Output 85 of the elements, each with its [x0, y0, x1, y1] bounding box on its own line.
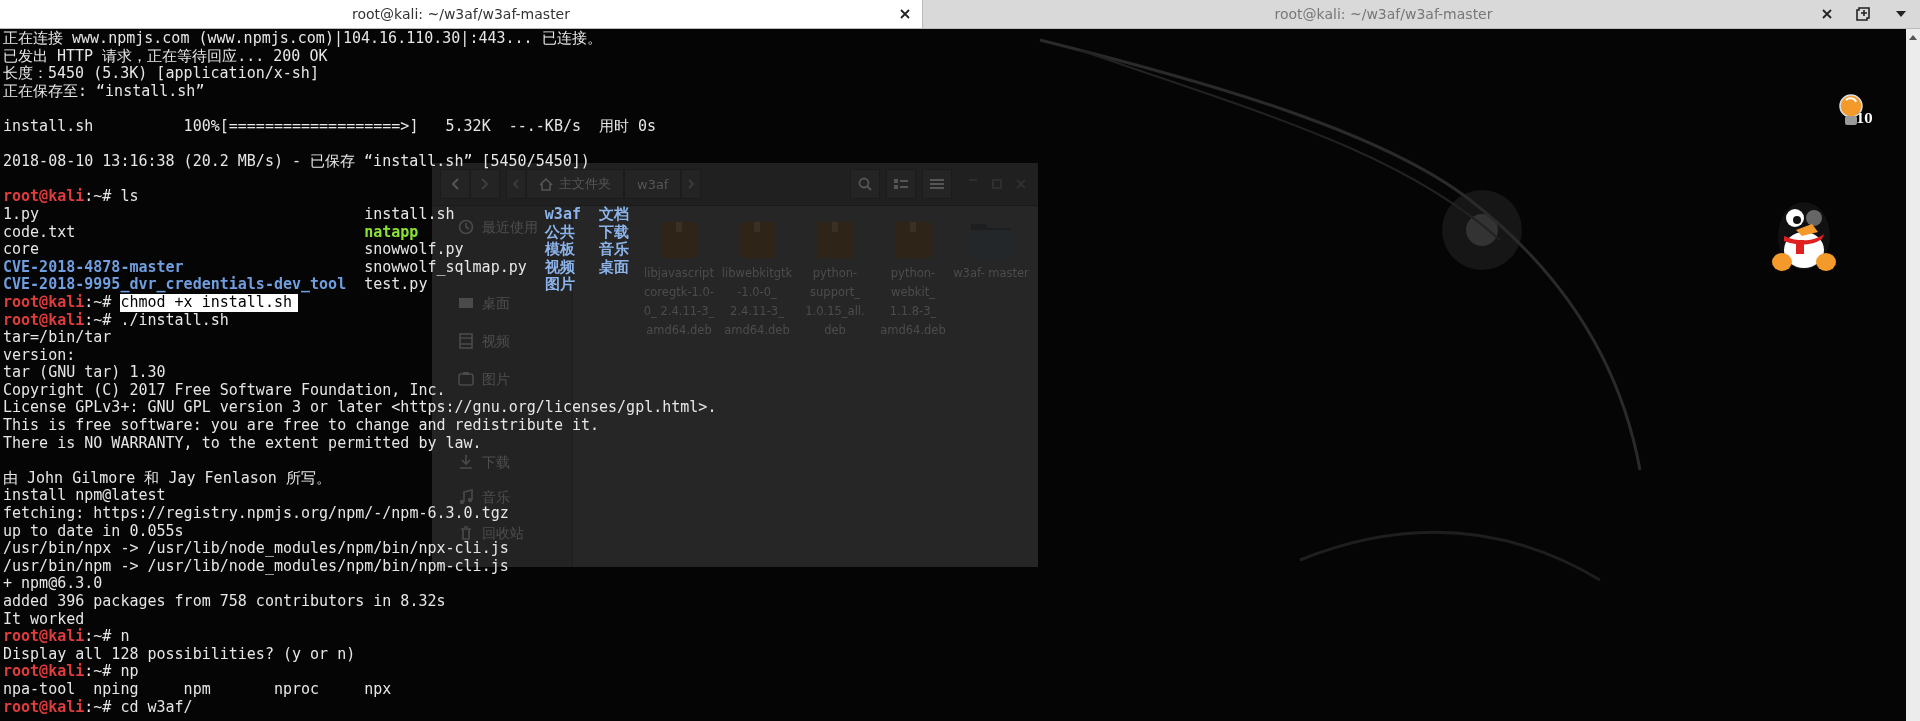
terminal-line: fetching: https://registry.npmjs.org/npm/-/npm-6.3.0.tgz — [3, 505, 509, 523]
shell-prompt: root@kali:~# — [3, 293, 112, 312]
trash-icon — [458, 525, 474, 541]
close-icon — [1822, 9, 1832, 19]
terminal-line: 由 John Gilmore 和 Jay Fenlason 所写。 — [3, 469, 331, 488]
terminal-line: 2018-08-10 13:16:38 (20.2 MB/s) - 已保存 “install.sh” [5450/5450]) — [3, 153, 590, 171]
terminal-line: install.sh 100%[===================>] 5.32K --.-KB/s 用时 0s — [3, 117, 657, 136]
back-button[interactable] — [440, 169, 470, 199]
chevron-right-icon — [688, 179, 695, 189]
directory-name: 公共 — [544, 223, 575, 241]
directory-name: 下载 — [599, 223, 629, 241]
terminal-line: /usr/bin/npx -> /usr/lib/node_modules/npm/bin/npx-cli.js — [3, 540, 509, 558]
clock-icon — [458, 219, 474, 235]
directory-name: 图片 — [544, 276, 575, 294]
file-name: core — [3, 241, 40, 259]
arrow-up-icon — [1909, 35, 1917, 40]
directory-name: 视频 — [544, 258, 575, 276]
terminal-line: + npm@6.3.0 — [3, 575, 103, 593]
menu-icon — [930, 178, 944, 190]
terminal-line: 长度：5450 (5.3K) [application/x-sh] — [3, 65, 319, 83]
terminal-line: npa-tool nping npm nproc npx — [3, 680, 392, 699]
home-icon — [539, 177, 553, 191]
list-view-icon — [894, 178, 908, 190]
terminal-line: There is NO WARRANTY, to the extent permitted by law. — [3, 434, 482, 453]
terminal-line: up to date in 0.055s — [3, 522, 184, 541]
shell-prompt: root@kali:~# — [3, 188, 112, 206]
command-text: ./install.sh — [120, 311, 229, 330]
directory-name: CVE-2018-9995_dvr_credentials-dev_tool — [3, 276, 347, 294]
close-button[interactable] — [898, 7, 912, 21]
terminal-line: Display all 128 possibilities? (y or n) — [3, 645, 356, 663]
terminal-line: 正在连接 www.npmjs.com (www.npmjs.com)|104.16.110.30|:443... 已连接。 — [3, 30, 602, 48]
executable-name: natapp — [364, 223, 419, 242]
camera-icon — [458, 371, 474, 387]
terminal-line: added 396 packages from 758 contributors in 8.32s — [3, 593, 446, 611]
file-name: snowwolf_sqlmap.py — [364, 258, 527, 277]
view-toggle-button[interactable] — [886, 169, 916, 199]
new-tab-icon — [1855, 6, 1871, 22]
tab[interactable]: root@kali: ~/w3af/w3af-master — [0, 0, 922, 28]
download-icon — [458, 454, 474, 470]
terminal-line: tar (GNU tar) 1.30 — [3, 364, 166, 382]
terminal-line: install npm@latest — [3, 487, 166, 506]
file-name: snowwolf.py — [364, 241, 464, 259]
scrollbar[interactable] — [1906, 29, 1920, 721]
directory-name: CVE-2018-4878-master — [3, 258, 184, 276]
scroll-left-button[interactable] — [506, 169, 526, 199]
forward-button[interactable] — [470, 169, 500, 199]
chevron-left-icon — [451, 178, 459, 190]
chevron-right-icon — [481, 178, 489, 190]
directory-name: 模板 — [544, 241, 575, 259]
directory-name: 音乐 — [599, 241, 629, 259]
shell-prompt: root@kali:~# — [3, 698, 112, 717]
search-button[interactable] — [850, 169, 880, 199]
directory-name: 桌面 — [599, 258, 629, 277]
terminal-line: 正在保存至: “install.sh” — [3, 82, 205, 101]
file-name: code.txt — [3, 223, 76, 242]
count-text: 10 — [1856, 112, 1873, 126]
close-button[interactable] — [1820, 7, 1834, 21]
close-icon — [900, 9, 910, 19]
file-name: 1.py — [3, 205, 40, 224]
search-icon — [858, 177, 872, 191]
music-note-icon — [458, 489, 474, 505]
terminal-line: /usr/bin/npm -> /usr/lib/node_modules/npm/bin/npm-cli.js — [3, 557, 509, 576]
command-text: cd w3af/ — [120, 698, 193, 717]
terminal-line: version: — [3, 346, 76, 365]
scroll-right-button[interactable] — [681, 169, 702, 199]
shell-prompt: root@kali:~# — [3, 311, 112, 330]
chevron-left-icon — [513, 179, 519, 189]
caret-icon — [1896, 11, 1906, 17]
directory-name: 文档 — [599, 205, 629, 224]
directory-name: w3af — [544, 205, 581, 224]
terminal-line: It worked — [3, 610, 85, 628]
command-text: np — [120, 663, 139, 681]
shell-prompt: root@kali:~# — [3, 663, 112, 681]
shell-prompt: root@kali:~# — [3, 628, 112, 646]
film-icon — [458, 333, 474, 349]
file-name: test.py — [364, 276, 428, 294]
file-name: install.sh — [364, 205, 455, 224]
terminal-line: Copyright (C) 2017 Free Software Foundation, Inc. — [3, 381, 446, 400]
command-text: ls — [120, 188, 139, 206]
terminal-line: This is free software: you are free to change and redistribute it. — [3, 417, 600, 435]
command-text: n — [120, 628, 130, 646]
terminal-line: tar=/bin/tar — [3, 329, 112, 347]
desktop-icon — [458, 295, 474, 311]
terminal-line: 已发出 HTTP 请求，正在等待回应... 200 OK — [3, 47, 328, 65]
terminal-line: License GPLv3+: GNU GPL version 3 or later <https://gnu.org/licenses/gpl.html>. — [3, 399, 717, 418]
